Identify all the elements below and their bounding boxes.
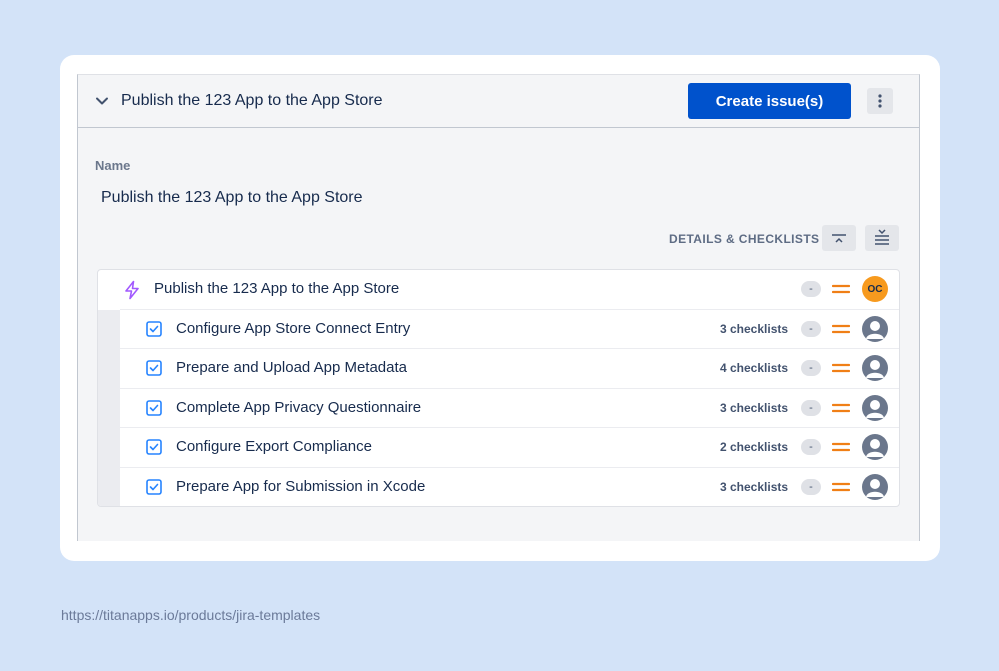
user-avatar-icon[interactable] bbox=[862, 474, 888, 500]
avatar[interactable]: OC bbox=[862, 276, 888, 302]
checkbox-icon bbox=[146, 400, 162, 416]
task-row[interactable]: Prepare and Upload App Metadata 4 checkl… bbox=[120, 348, 899, 387]
priority-medium-icon[interactable] bbox=[832, 441, 850, 453]
task-row[interactable]: Prepare App for Submission in Xcode 3 ch… bbox=[120, 467, 899, 506]
priority-medium-icon[interactable] bbox=[832, 402, 850, 414]
collapse-all-icon bbox=[832, 234, 846, 243]
checkbox-icon bbox=[146, 439, 162, 455]
task-row[interactable]: Configure App Store Connect Entry 3 chec… bbox=[120, 309, 899, 348]
checkbox-icon bbox=[146, 479, 162, 495]
expand-all-icon bbox=[875, 229, 889, 245]
expand-all-button[interactable] bbox=[865, 225, 899, 251]
footer-url: https://titanapps.io/products/jira-templ… bbox=[61, 607, 321, 623]
estimate-badge[interactable]: - bbox=[801, 281, 821, 297]
epic-row[interactable]: Publish the 123 App to the App Store - O… bbox=[98, 270, 899, 309]
checkbox-icon bbox=[146, 321, 162, 337]
estimate-badge[interactable]: - bbox=[801, 321, 821, 337]
priority-medium-icon[interactable] bbox=[832, 362, 850, 374]
user-avatar-icon[interactable] bbox=[862, 316, 888, 342]
checklist-count[interactable]: 3 checklists bbox=[720, 322, 788, 336]
estimate-badge[interactable]: - bbox=[801, 439, 821, 455]
name-value[interactable]: Publish the 123 App to the App Store bbox=[101, 189, 363, 207]
more-options-button[interactable] bbox=[867, 88, 893, 114]
priority-medium-icon[interactable] bbox=[832, 323, 850, 335]
collapse-all-button[interactable] bbox=[822, 225, 856, 251]
estimate-badge[interactable]: - bbox=[801, 479, 821, 495]
task-title: Prepare and Upload App Metadata bbox=[176, 359, 407, 376]
checklist-count[interactable]: 4 checklists bbox=[720, 361, 788, 375]
panel-header: Publish the 123 App to the App Store Cre… bbox=[78, 75, 919, 128]
priority-medium-icon[interactable] bbox=[832, 283, 850, 295]
task-title: Configure Export Compliance bbox=[176, 438, 372, 455]
task-title: Prepare App for Submission in Xcode bbox=[176, 478, 426, 495]
issue-tree: Publish the 123 App to the App Store - O… bbox=[97, 269, 900, 507]
checklist-count[interactable]: 2 checklists bbox=[720, 440, 788, 454]
checklist-count[interactable]: 3 checklists bbox=[720, 401, 788, 415]
template-panel: Publish the 123 App to the App Store Cre… bbox=[77, 74, 920, 541]
task-row[interactable]: Configure Export Compliance 2 checklists… bbox=[120, 427, 899, 466]
chevron-down-icon[interactable] bbox=[94, 93, 110, 109]
task-title: Complete App Privacy Questionnaire bbox=[176, 399, 422, 416]
checklist-count[interactable]: 3 checklists bbox=[720, 480, 788, 494]
lightning-icon bbox=[125, 280, 139, 300]
name-label: Name bbox=[95, 158, 131, 173]
tree-gutter bbox=[98, 310, 120, 506]
user-avatar-icon[interactable] bbox=[862, 395, 888, 421]
more-vertical-icon bbox=[878, 94, 882, 108]
user-avatar-icon[interactable] bbox=[862, 434, 888, 460]
estimate-badge[interactable]: - bbox=[801, 400, 821, 416]
create-issues-button[interactable]: Create issue(s) bbox=[688, 83, 851, 119]
details-checklists-label: DETAILS & CHECKLISTS bbox=[669, 232, 820, 246]
task-title: Configure App Store Connect Entry bbox=[176, 320, 411, 337]
estimate-badge[interactable]: - bbox=[801, 360, 821, 376]
checkbox-icon bbox=[146, 360, 162, 376]
priority-medium-icon[interactable] bbox=[832, 481, 850, 493]
epic-title: Publish the 123 App to the App Store bbox=[154, 280, 400, 297]
user-avatar-icon[interactable] bbox=[862, 355, 888, 381]
task-row[interactable]: Complete App Privacy Questionnaire 3 che… bbox=[120, 388, 899, 427]
header-title: Publish the 123 App to the App Store bbox=[121, 92, 383, 109]
